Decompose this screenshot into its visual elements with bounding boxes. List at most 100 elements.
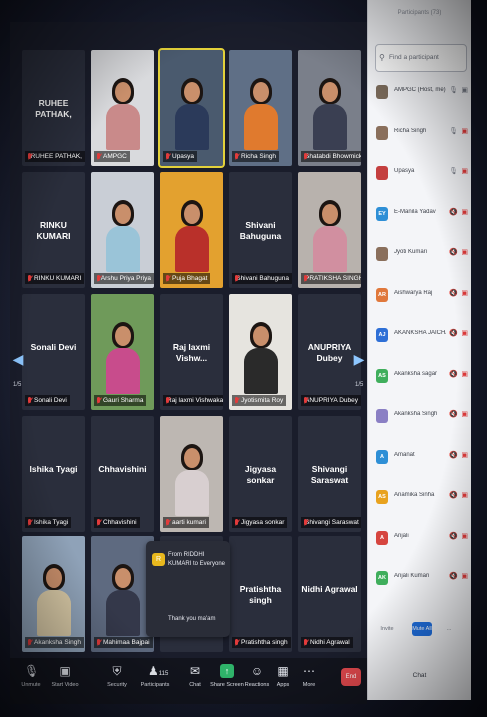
mic-muted-icon: 🔇 (449, 573, 458, 580)
participant-name: Amanat (394, 451, 415, 458)
mute-all-button[interactable]: Mute All (412, 622, 432, 636)
participant-tile[interactable]: Shatabdi Bhowmick (298, 50, 361, 166)
mic-muted-icon: 🔇 (449, 411, 458, 418)
participant-avatar (376, 85, 388, 99)
participant-tile[interactable]: Jyotismita Roy (229, 294, 292, 410)
tile-label-text: Shatabdi Bhowmick (305, 153, 361, 160)
mic-muted-icon (165, 274, 170, 283)
unmute-button[interactable]: 🎙 Unmute (12, 664, 50, 688)
participant-list-item[interactable]: Akanksha Singh 🔇 ▣ (374, 406, 468, 428)
security-button[interactable]: ⛨ Security (98, 664, 136, 688)
mic-muted-icon (234, 638, 239, 647)
participant-tile[interactable]: Jigyasa sonkar Jigyasa sonkar (229, 416, 292, 532)
participant-tile[interactable]: aarti kumari (160, 416, 223, 532)
tile-label-text: Jigyasa sonkar (241, 519, 285, 526)
end-meeting-button[interactable]: End (341, 668, 361, 686)
tile-display-name: Chhavishini (98, 464, 147, 474)
participant-tile[interactable]: Richa Singh (229, 50, 292, 166)
participant-tile[interactable]: Mahimaa Bajpai (91, 536, 154, 652)
participant-tile[interactable]: RINKU KUMARI RINKU KUMARI (22, 172, 85, 288)
page-indicator-right: 1/5 (355, 382, 364, 388)
mic-muted-icon: 🔇 (449, 330, 458, 337)
participant-list-item[interactable]: Upasya 🎙 ▣ (374, 163, 468, 185)
participant-list-item[interactable]: A Amanat 🔇 ▣ (374, 447, 468, 469)
tile-label-text: RINKU KUMARI (34, 275, 82, 282)
video-off-icon: ▣ (461, 249, 468, 256)
participant-list-item[interactable]: EY E-Manila Yadav 🔇 ▣ (374, 204, 468, 226)
participants-count: 115 (158, 671, 169, 677)
more-button[interactable]: ⋯ More (290, 664, 328, 688)
video-off-icon: ▣ (461, 451, 468, 459)
tile-display-name: RINKU KUMARI (36, 220, 71, 241)
participant-list-item[interactable]: AK Anjali Kumari 🔇 ▣ (374, 568, 468, 590)
mic-muted-icon: 🔇 (449, 532, 458, 540)
participant-name: Anjali Kumari (394, 573, 430, 579)
participant-tile[interactable]: ANUPRIYA Dubey ANUPRIYA Dubey (298, 294, 361, 410)
participant-tile[interactable]: Shivani Bahuguna Shivani Bahuguna (229, 172, 292, 288)
start-video-button[interactable]: ▣ Start Video (46, 664, 84, 688)
participant-list-item[interactable]: Jyoti Kumari 🔇 ▣ (374, 244, 468, 266)
chat-notification[interactable]: R From RIDDHI KUMARI to Everyone Thank y… (146, 541, 230, 637)
participant-video-feed (103, 78, 143, 150)
tile-name-label: aarti kumari (163, 517, 209, 528)
participant-tile[interactable]: Pratishtha singh Pratishtha singh (229, 536, 292, 652)
mic-muted-icon: 🔇 (449, 370, 458, 378)
participant-tile[interactable]: Puja Bhagat (160, 172, 223, 288)
panel-chat-button[interactable]: Chat (368, 672, 471, 679)
participant-tile[interactable]: Arshu Priya Priya (91, 172, 154, 288)
participant-name: Upasya (394, 168, 415, 174)
participant-tile[interactable]: Gauri Sharma (91, 294, 154, 410)
chat-bubble-icon: ✉ (189, 664, 201, 678)
participant-tile[interactable]: Nidhi Agrawal Nidhi Agrawal (298, 536, 361, 652)
participant-list-item[interactable]: A Anjali 🔇 ▣ (374, 528, 468, 550)
participants-button[interactable]: ♟115 Participants (136, 664, 174, 688)
tile-name-label: Ishika Tyagi (25, 517, 72, 528)
tile-name-label: Pratishtha singh (232, 637, 291, 648)
participant-tile[interactable]: PRATIKSHA SINGH (298, 172, 361, 288)
video-off-icon: ▣ (461, 370, 468, 378)
participant-tile[interactable]: Sonali Devi Sonali Devi (22, 294, 85, 410)
participant-tile[interactable]: Akanksha Singh (22, 536, 85, 652)
participant-tile[interactable]: Ishika Tyagi Ishika Tyagi (22, 416, 85, 532)
tile-label-text: Upasya (172, 153, 195, 160)
participant-tile[interactable]: Upasya (158, 48, 225, 168)
participant-avatar (376, 409, 388, 423)
participant-list-item[interactable]: Richa Singh 🎙 ▣ (374, 123, 468, 145)
video-off-icon: ▣ (461, 532, 468, 540)
tile-label-text: Jyotismita Roy (241, 397, 284, 404)
tile-label-text: Mahimaa Bajpai (103, 639, 150, 646)
participant-search-input[interactable]: ⚲ Find a participant (375, 44, 467, 72)
participants-label: Participants (140, 682, 170, 688)
share-screen-icon: ↑ (220, 664, 234, 678)
tile-label-text: Chhavishini (103, 519, 137, 526)
participant-list-item[interactable]: AS Akanksha sagar 🔇 ▣ (374, 366, 468, 388)
tile-label-text: AMPGC (103, 153, 127, 160)
participant-tile[interactable]: AMPGC (91, 50, 154, 166)
participant-tile[interactable]: Shivangi Saraswat Shivangi Saraswat (298, 416, 361, 532)
participant-tile[interactable]: Chhavishini Chhavishini (91, 416, 154, 532)
tile-name-label: Chhavishini (94, 517, 140, 528)
invite-button[interactable]: Invite (376, 622, 398, 636)
tile-name-label: Jigyasa sonkar (232, 517, 288, 528)
mic-muted-icon (27, 152, 31, 161)
participant-avatar: A (376, 530, 388, 545)
tile-label-text: Akanksha Singh (34, 639, 81, 646)
participant-list-item[interactable]: AS Anamika Sinha 🔇 ▣ (374, 487, 468, 509)
previous-page-arrow-icon[interactable]: ◀ (12, 340, 24, 378)
participant-tile[interactable]: RUHEE PATHAK, RUHEE PATHAK, (22, 50, 85, 166)
participant-list-item[interactable]: AJ AKANKSHA JAICHAND🔇▣ (374, 325, 468, 347)
video-off-icon: ▣ (461, 411, 468, 418)
chat-label: Chat (189, 682, 201, 688)
tile-display-name: Raj laxmi Vishw... (172, 342, 211, 363)
participant-video-feed (241, 322, 281, 394)
participant-tile[interactable]: Raj laxmi Vishw... Raj laxmi Vishwakarma (160, 294, 223, 410)
next-page-arrow-icon[interactable]: ▶ (353, 340, 365, 378)
mic-muted-icon (27, 638, 32, 647)
mic-icon: 🎙 (449, 127, 458, 135)
chat-message: Thank you ma'am (168, 616, 216, 622)
mic-icon: 🎙 (449, 168, 458, 175)
video-off-icon: ▣ (461, 168, 468, 175)
participant-list-item[interactable]: AR Aishwarya Raj 🔇 ▣ (374, 285, 468, 307)
more-options-button[interactable]: ... (442, 622, 456, 636)
participant-list-item[interactable]: AMPGC (Host, me) 🎙 ▣ (374, 82, 468, 104)
